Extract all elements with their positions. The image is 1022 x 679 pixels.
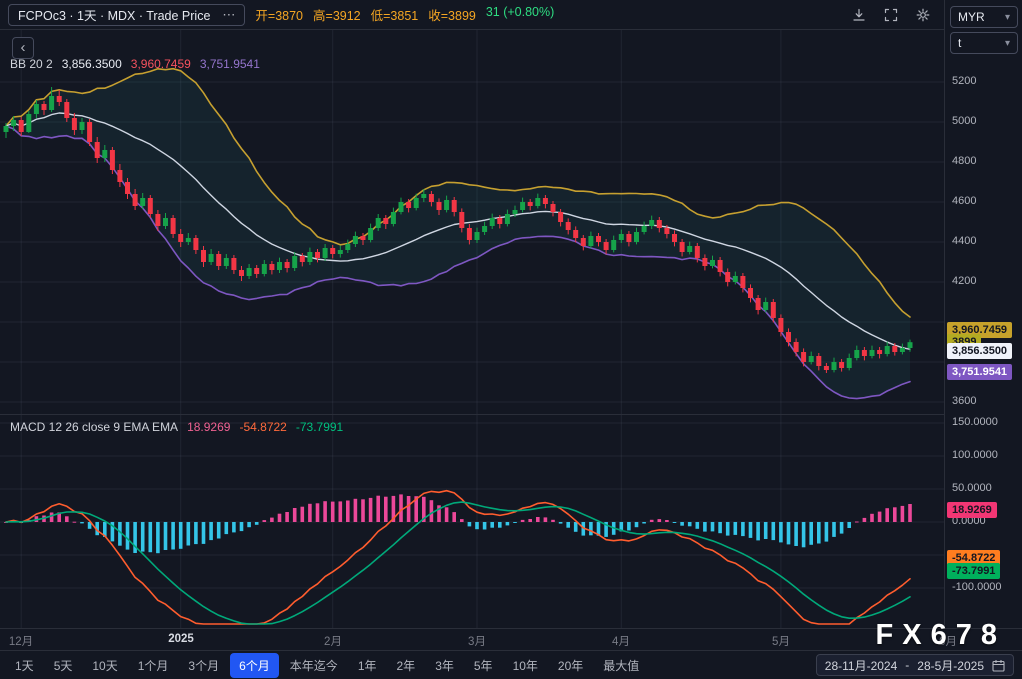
topbar-icons bbox=[848, 4, 936, 26]
bottom-toolbar: 1天 5天 10天 1个月 3个月 6个月 本年迄今 1年 2年 3年 5年 10年 20年 最大值 28… bbox=[0, 650, 1022, 679]
range-button-5年[interactable]: 5年 bbox=[465, 653, 502, 678]
settings-gear-button[interactable] bbox=[912, 4, 934, 26]
date-from: 28-11月-2024 bbox=[824, 658, 898, 673]
symbol-title: FCPOc3 · 1天 · MDX · Trade Price bbox=[18, 9, 211, 23]
price-axis-label: 4600 bbox=[952, 195, 977, 207]
macd-value-tag: -73.7991 bbox=[947, 562, 1001, 579]
download-button[interactable] bbox=[848, 4, 870, 26]
range-button-10天[interactable]: 10天 bbox=[83, 653, 126, 678]
chevron-down-icon: ▾ bbox=[1004, 11, 1010, 23]
date-separator: - bbox=[905, 658, 910, 672]
currency-value: MYR bbox=[958, 10, 985, 24]
time-axis[interactable]: 12月 2025 2月 3月 4月 5月 6月 bbox=[0, 628, 1022, 650]
macd-axis-label: 150.0000 bbox=[952, 416, 998, 428]
macd-axis-label: -100.0000 bbox=[952, 581, 1002, 593]
macd-legend[interactable]: MACD 12 26 close 9 EMA EMA 18.9269 -54.8… bbox=[10, 420, 343, 434]
range-button-1年[interactable]: 1年 bbox=[349, 653, 386, 678]
range-button-最大值[interactable]: 最大值 bbox=[594, 653, 648, 678]
range-button-本年迄今[interactable]: 本年迄今 bbox=[281, 653, 347, 678]
ohlc-readout: 开=3870 高=3912 低=3851 收=3899 31 (+0.80%) bbox=[255, 5, 554, 24]
macd-axis-label: 50.0000 bbox=[952, 482, 992, 494]
macd-signal-value: -73.7991 bbox=[295, 420, 344, 434]
range-button-3年[interactable]: 3年 bbox=[426, 653, 463, 678]
trading-chart-app: FCPOc3 · 1天 · MDX · Trade Price ⋯ 开=3870… bbox=[0, 0, 1022, 679]
price-axis-label: 4800 bbox=[952, 155, 977, 167]
bb-upper-value: 3,960.7459 bbox=[130, 57, 191, 71]
macd-hist-value: 18.9269 bbox=[187, 420, 231, 434]
time-axis-label: 2月 bbox=[324, 636, 342, 648]
more-options-button[interactable]: ⋯ bbox=[222, 7, 235, 23]
price-axis-label: 4400 bbox=[952, 235, 977, 247]
range-buttons: 1天 5天 10天 1个月 3个月 6个月 本年迄今 1年 2年 3年 5年 10年 20年 最大值 bbox=[6, 652, 648, 678]
ohlc-change: 31 (+0.80%) bbox=[485, 5, 555, 19]
ohlc-high: 高=3912 bbox=[313, 9, 361, 23]
range-button-6个月[interactable]: 6个月 bbox=[230, 652, 279, 678]
bb-lower-value: 3,751.9541 bbox=[199, 57, 260, 71]
range-button-3个月[interactable]: 3个月 bbox=[179, 653, 228, 678]
price-axis-label: 3600 bbox=[952, 395, 977, 407]
range-button-2年[interactable]: 2年 bbox=[388, 653, 425, 678]
ohlc-low: 低=3851 bbox=[370, 9, 419, 23]
time-axis-label: 4月 bbox=[612, 636, 630, 648]
time-axis-label: 3月 bbox=[468, 636, 486, 648]
range-button-10年[interactable]: 10年 bbox=[504, 653, 547, 678]
range-button-20年[interactable]: 20年 bbox=[549, 653, 592, 678]
back-button[interactable]: ‹ bbox=[12, 37, 34, 59]
symbol-summary[interactable]: FCPOc3 · 1天 · MDX · Trade Price ⋯ bbox=[8, 3, 246, 26]
price-tag: 3,856.3500 bbox=[947, 342, 1013, 359]
ohlc-open: 开=3870 bbox=[255, 9, 304, 23]
macd-line-value: -54.8722 bbox=[239, 420, 287, 434]
calendar-icon bbox=[992, 659, 1005, 672]
chart-canvas[interactable] bbox=[0, 0, 944, 628]
time-axis-label: 5月 bbox=[772, 636, 790, 648]
range-button-1天[interactable]: 1天 bbox=[6, 653, 43, 678]
fullscreen-button[interactable] bbox=[880, 4, 902, 26]
bb-legend-title: BB 20 2 bbox=[10, 57, 53, 71]
ohlc-close: 收=3899 bbox=[428, 9, 476, 23]
price-axis-label: 5000 bbox=[952, 115, 977, 127]
price-axis[interactable]: MYR ▾ t ▾ 5200 5000 4800 4600 4400 4200 3600 15… bbox=[944, 0, 1022, 628]
price-axis-label: 5200 bbox=[952, 75, 977, 87]
date-to: 28-5月-2025 bbox=[917, 658, 984, 673]
bb-basis-value: 3,856.3500 bbox=[61, 57, 122, 71]
topbar: FCPOc3 · 1天 · MDX · Trade Price ⋯ 开=3870… bbox=[0, 0, 944, 30]
range-button-5天[interactable]: 5天 bbox=[45, 653, 82, 678]
range-button-1个月[interactable]: 1个月 bbox=[129, 653, 178, 678]
gear-icon bbox=[916, 8, 930, 21]
currency-select[interactable]: MYR ▾ bbox=[950, 6, 1018, 28]
unit-value: t bbox=[958, 36, 962, 50]
date-range-picker[interactable]: 28-11月-2024 - 28-5月-2025 bbox=[815, 654, 1014, 676]
download-icon bbox=[853, 8, 865, 21]
bb-legend[interactable]: BB 20 2 3,856.3500 3,960.7459 3,751.9541 bbox=[10, 57, 260, 71]
fullscreen-icon bbox=[884, 8, 898, 21]
macd-value-tag: 18.9269 bbox=[947, 501, 997, 518]
chevron-down-icon: ▾ bbox=[1004, 37, 1010, 49]
macd-legend-title: MACD 12 26 close 9 EMA EMA bbox=[10, 420, 179, 434]
macd-axis-label: 100.0000 bbox=[952, 449, 998, 461]
price-tag: 3,751.9541 bbox=[947, 363, 1013, 380]
price-axis-label: 4200 bbox=[952, 275, 977, 287]
pane-separator[interactable] bbox=[0, 414, 944, 415]
time-axis-label: 12月 bbox=[8, 636, 34, 648]
time-axis-label: 2025 bbox=[168, 633, 194, 645]
unit-select[interactable]: t ▾ bbox=[950, 32, 1018, 54]
watermark: FX678 bbox=[875, 619, 1006, 651]
